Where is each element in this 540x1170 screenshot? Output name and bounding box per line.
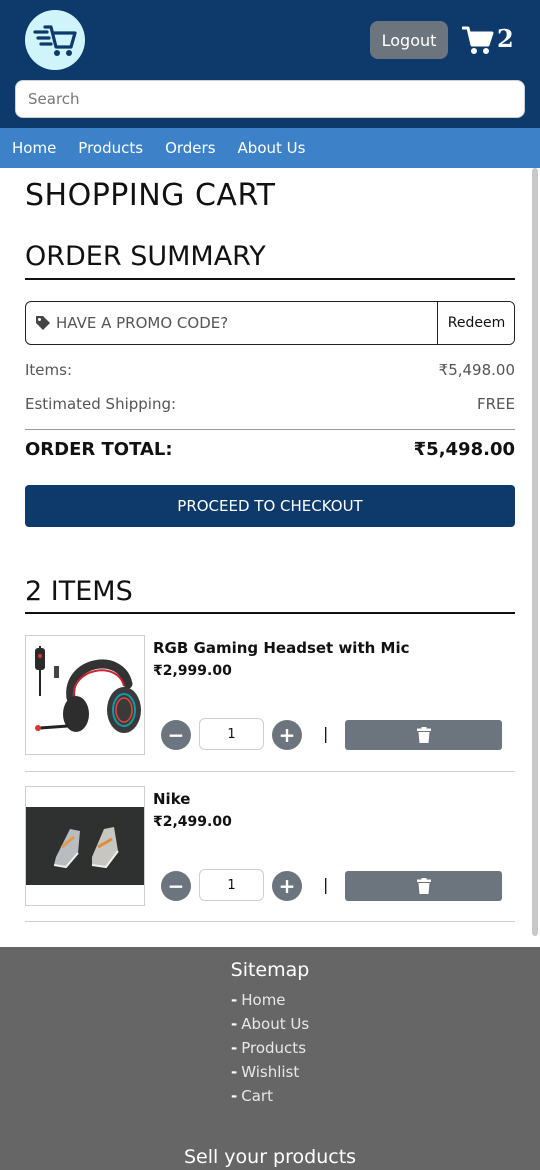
sitemap-item: - Products xyxy=(231,1039,307,1057)
headset-icon xyxy=(26,636,144,754)
trash-icon xyxy=(416,878,431,894)
separator: | xyxy=(323,875,329,894)
sitemap-link-wishlist[interactable]: Wishlist xyxy=(241,1063,299,1081)
sitemap-item: - Wishlist xyxy=(231,1063,300,1081)
sitemap-title: Sitemap xyxy=(230,959,310,981)
nav-item-about-us[interactable]: About Us xyxy=(238,139,306,157)
increase-quantity-button[interactable]: + xyxy=(272,871,302,901)
nav-item-orders[interactable]: Orders xyxy=(165,139,215,157)
promo-code-group: Redeem xyxy=(25,301,515,345)
proceed-to-checkout-button[interactable]: PROCEED TO CHECKOUT xyxy=(25,485,515,527)
product-image-headset[interactable] xyxy=(25,635,145,755)
sitemap-link-home[interactable]: Home xyxy=(241,991,285,1009)
sitemap-link-about-us[interactable]: About Us xyxy=(241,1015,309,1033)
redeem-button[interactable]: Redeem xyxy=(437,302,514,344)
sitemap-links: - Home - About Us - Products - Wishlist - Car… xyxy=(231,991,309,1111)
divider xyxy=(25,771,515,772)
divider xyxy=(25,278,515,280)
scrollbar[interactable] xyxy=(532,168,538,936)
items-count-title: 2 ITEMS xyxy=(25,576,133,607)
divider xyxy=(25,429,515,430)
footer: Sitemap - Home - About Us - Products - Wishl… xyxy=(0,947,540,1170)
decrease-quantity-button[interactable]: − xyxy=(161,720,191,750)
trash-icon xyxy=(416,727,431,743)
logo[interactable] xyxy=(25,10,85,70)
sitemap-item: - Home xyxy=(231,991,286,1009)
header: Logout 2 xyxy=(0,0,540,128)
cart-item: RGB Gaming Headset with Mic ₹2,999.00 − … xyxy=(25,635,515,770)
items-label: Items: xyxy=(25,361,73,379)
sitemap-link-cart[interactable]: Cart xyxy=(241,1087,273,1105)
remove-item-button[interactable] xyxy=(345,871,502,901)
shipping-value: FREE xyxy=(476,395,515,413)
promo-code-input[interactable] xyxy=(26,302,438,344)
sneakers-icon xyxy=(26,787,144,905)
product-image-nike[interactable] xyxy=(25,786,145,906)
cart-count-badge: 2 xyxy=(497,24,514,53)
nav-item-products[interactable]: Products xyxy=(78,139,143,157)
search-input[interactable] xyxy=(15,80,525,118)
fast-cart-logo-icon xyxy=(33,25,77,56)
order-total-label: ORDER TOTAL: xyxy=(25,439,173,460)
shipping-label: Estimated Shipping: xyxy=(25,395,177,413)
sitemap-item: - About Us xyxy=(231,1015,310,1033)
main-nav: Home Products Orders About Us xyxy=(0,128,540,168)
item-price: ₹2,999.00 xyxy=(153,663,232,679)
increase-quantity-button[interactable]: + xyxy=(272,720,302,750)
items-value: ₹5,498.00 xyxy=(438,361,515,379)
order-summary-title: ORDER SUMMARY xyxy=(25,241,266,272)
divider xyxy=(25,921,515,922)
sell-your-products-title: Sell your products xyxy=(183,1146,357,1168)
order-total-value: ₹5,498.00 xyxy=(413,439,515,460)
page-title: SHOPPING CART xyxy=(25,178,276,213)
item-name[interactable]: Nike xyxy=(153,790,190,808)
remove-item-button[interactable] xyxy=(345,720,502,750)
logout-button[interactable]: Logout xyxy=(370,21,448,59)
divider xyxy=(25,612,515,614)
sitemap-link-products[interactable]: Products xyxy=(241,1039,306,1057)
cart-icon[interactable] xyxy=(462,25,494,55)
item-price: ₹2,499.00 xyxy=(153,814,232,830)
item-name[interactable]: RGB Gaming Headset with Mic xyxy=(153,639,409,657)
nav-item-home[interactable]: Home xyxy=(12,139,56,157)
decrease-quantity-button[interactable]: − xyxy=(161,871,191,901)
separator: | xyxy=(323,724,329,743)
quantity-input[interactable] xyxy=(199,869,264,901)
sitemap-item: - Cart xyxy=(231,1087,273,1105)
quantity-input[interactable] xyxy=(199,718,264,750)
cart-item: Nike ₹2,499.00 − + | xyxy=(25,786,515,921)
